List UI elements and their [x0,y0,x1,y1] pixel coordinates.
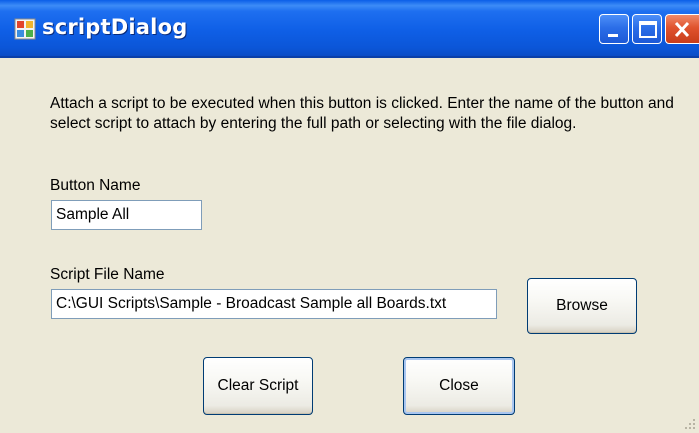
button-name-input[interactable]: Sample All [51,200,202,230]
maximize-button[interactable] [632,14,662,44]
app-icon[interactable] [14,18,36,40]
browse-button[interactable]: Browse [527,278,637,334]
maximize-icon [639,21,657,38]
button-name-label: Button Name [50,177,141,194]
clear-script-button[interactable]: Clear Script [203,357,313,415]
minimize-icon [608,34,618,37]
close-icon [674,21,690,38]
window-title: scriptDialog [42,15,188,39]
script-dialog-window: scriptDialog Attach a script to be execu… [0,0,699,433]
script-file-input[interactable]: C:\GUI Scripts\Sample - Broadcast Sample… [51,289,497,319]
resize-grip-icon[interactable] [683,417,697,431]
dialog-description: Attach a script to be executed when this… [50,95,674,132]
script-file-label: Script File Name [50,266,165,283]
title-bar[interactable]: scriptDialog [0,0,699,58]
minimize-button[interactable] [599,14,629,44]
close-window-button[interactable] [665,14,699,44]
close-button[interactable]: Close [403,357,515,415]
